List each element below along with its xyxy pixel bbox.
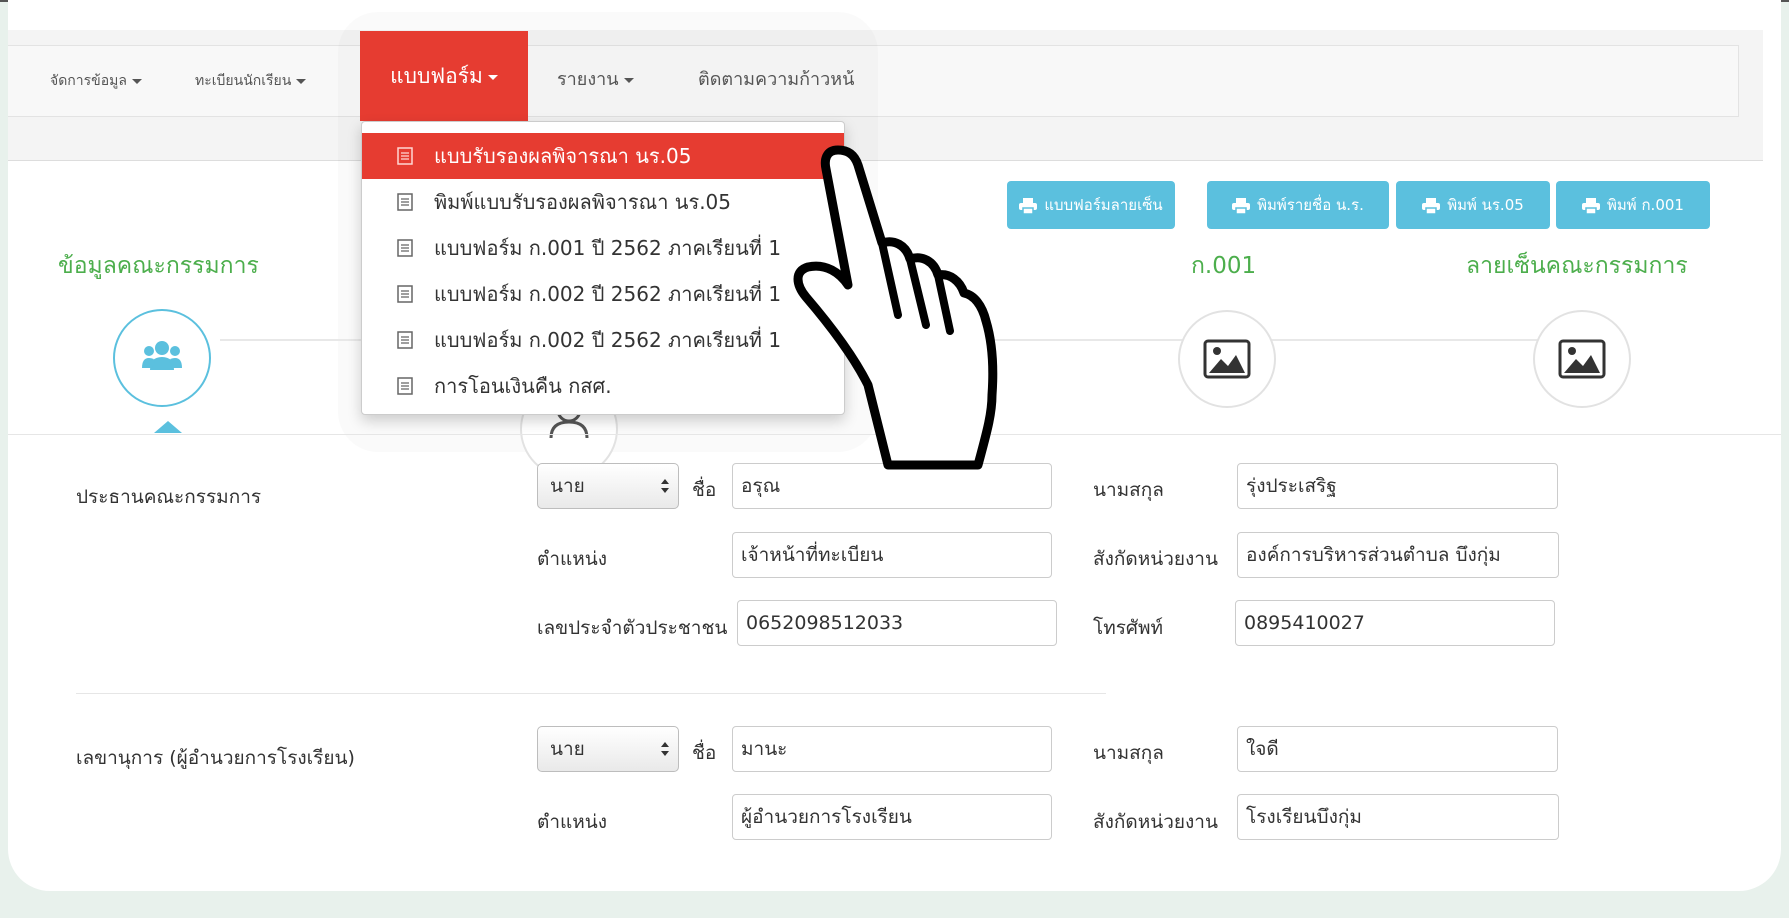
agency-label: สังกัดหน่วยงาน: [1093, 548, 1218, 570]
menu-item-label: แบบรับรองผลพิจารณา นร.05: [434, 144, 692, 168]
select-value: นาย: [550, 738, 585, 760]
print-nr05-button[interactable]: พิมพ์ นร.05: [1396, 181, 1550, 229]
nav-item-manage-data[interactable]: จัดการข้อมูล: [50, 45, 142, 117]
menu-item-label: พิมพ์แบบรับรองผลพิจารณา นร.05: [434, 190, 732, 214]
caret-down-icon: [131, 78, 142, 84]
menu-item-refund-transfer[interactable]: การโอนเงินคืน กสศ.: [362, 363, 844, 409]
section-separator: [76, 693, 1106, 694]
nav-item-forms[interactable]: แบบฟอร์ม: [360, 31, 528, 121]
secretary-last-name-field[interactable]: ใจดี: [1237, 726, 1558, 772]
chairman-agency-field[interactable]: องค์การบริหารส่วนตำบล บึงกุ่ม: [1237, 532, 1559, 578]
secretary-prefix-select[interactable]: นาย: [537, 726, 679, 772]
menu-item-label: แบบฟอร์ม ก.001 ปี 2562 ภาคเรียนที่ 1: [434, 236, 782, 260]
step-k001[interactable]: [1178, 310, 1276, 408]
select-arrows-icon: [661, 742, 669, 756]
chairman-heading: ประธานคณะกรรมการ: [76, 486, 262, 508]
menu-item-label: แบบฟอร์ม ก.002 ปี 2562 ภาคเรียนที่ 1: [434, 328, 782, 352]
chairman-position-field[interactable]: เจ้าหน้าที่ทะเบียน: [732, 532, 1052, 578]
menu-item-form-k002-b[interactable]: แบบฟอร์ม ก.002 ปี 2562 ภาคเรียนที่ 1: [362, 317, 844, 363]
printer-icon: [1582, 197, 1601, 214]
nav-item-student-registry[interactable]: ทะเบียนนักเรียน: [195, 45, 307, 117]
users-group-icon: [142, 341, 182, 370]
first-name-label: ชื่อ: [692, 742, 717, 764]
first-name-label: ชื่อ: [692, 479, 717, 501]
step-title-committee-signature: ลายเซ็นคณะกรรมการ: [1466, 253, 1688, 279]
button-label: พิมพ์รายชื่อ น.ร.: [1257, 196, 1364, 214]
menu-item-form-k001[interactable]: แบบฟอร์ม ก.001 ปี 2562 ภาคเรียนที่ 1: [362, 225, 844, 271]
select-arrows-icon: [661, 479, 669, 493]
agency-label: สังกัดหน่วยงาน: [1093, 811, 1218, 833]
nav-item-reports[interactable]: รายงาน: [557, 40, 634, 120]
secretary-first-name-field[interactable]: มานะ: [732, 726, 1052, 772]
printer-icon: [1422, 197, 1441, 214]
document-list-icon: [397, 285, 413, 303]
document-list-icon: [397, 239, 413, 257]
button-label: พิมพ์ ก.001: [1607, 196, 1684, 214]
nav-item-label: ทะเบียนนักเรียน: [195, 73, 292, 89]
secretary-agency-field[interactable]: โรงเรียนบึงกุ่ม: [1237, 794, 1559, 840]
document-list-icon: [397, 331, 413, 349]
button-label: พิมพ์ นร.05: [1447, 196, 1524, 214]
nav-item-label: รายงาน: [557, 69, 619, 90]
caret-down-icon: [487, 74, 498, 80]
phone-label: โทรศัพท์: [1093, 617, 1164, 639]
printer-icon: [1232, 197, 1251, 214]
image-icon: [1558, 339, 1606, 379]
step-committee-info[interactable]: [113, 309, 211, 407]
position-label: ตำแหน่ง: [537, 548, 608, 570]
print-signature-form-button[interactable]: แบบฟอร์มลายเซ็น: [1007, 181, 1175, 229]
document-list-icon: [397, 377, 413, 395]
position-label: ตำแหน่ง: [537, 811, 608, 833]
secretary-position-field[interactable]: ผู้อำนวยการโรงเรียน: [732, 794, 1052, 840]
menu-item-nr05-certification[interactable]: แบบรับรองผลพิจารณา นร.05: [362, 133, 844, 179]
nav-item-label: ติดตามความก้าวหน้: [698, 69, 855, 90]
document-list-icon: [397, 193, 413, 211]
caret-down-icon: [296, 78, 307, 84]
secretary-heading: เลขานุการ (ผู้อำนวยการโรงเรียน): [76, 747, 355, 769]
nav-item-progress-tracking[interactable]: ติดตามความก้าวหน้: [698, 40, 868, 120]
document-list-icon: [397, 147, 413, 165]
chairman-prefix-select[interactable]: นาย: [537, 463, 679, 509]
nav-item-label: แบบฟอร์ม: [390, 64, 483, 88]
last-name-label: นามสกุล: [1093, 479, 1164, 501]
print-student-list-button[interactable]: พิมพ์รายชื่อ น.ร.: [1207, 181, 1389, 229]
step-title-committee: ข้อมูลคณะกรรมการ: [58, 253, 259, 279]
menu-item-print-nr05-certification[interactable]: พิมพ์แบบรับรองผลพิจารณา นร.05: [362, 179, 844, 225]
last-name-label: นามสกุล: [1093, 742, 1164, 764]
step-committee-signature[interactable]: [1533, 310, 1631, 408]
select-value: นาย: [550, 475, 585, 497]
menu-item-label: แบบฟอร์ม ก.002 ปี 2562 ภาคเรียนที่ 1: [434, 282, 782, 306]
forms-dropdown-menu: แบบรับรองผลพิจารณา นร.05 พิมพ์แบบรับรองผ…: [361, 121, 845, 415]
step-title-k001: ก.001: [1191, 253, 1257, 279]
menu-item-label: การโอนเงินคืน กสศ.: [434, 374, 612, 398]
citizen-id-label: เลขประจำตัวประชาชน: [537, 617, 728, 639]
chairman-citizen-id-field[interactable]: 0652098512033: [737, 600, 1057, 646]
page-card: จัดการข้อมูล ทะเบียนนักเรียน แบบฟอร์ม รา…: [8, 0, 1781, 891]
nav-item-label: จัดการข้อมูล: [50, 73, 127, 89]
chairman-last-name-field[interactable]: รุ่งประเสริฐ: [1237, 463, 1558, 509]
button-label: แบบฟอร์มลายเซ็น: [1044, 196, 1163, 214]
image-icon: [1203, 339, 1251, 379]
caret-down-icon: [623, 77, 634, 83]
print-k001-button[interactable]: พิมพ์ ก.001: [1556, 181, 1710, 229]
pointing-hand-cursor-icon: [793, 145, 998, 470]
active-step-indicator: [154, 421, 182, 433]
menu-item-form-k002-a[interactable]: แบบฟอร์ม ก.002 ปี 2562 ภาคเรียนที่ 1: [362, 271, 844, 317]
chairman-phone-field[interactable]: 0895410027: [1235, 600, 1555, 646]
